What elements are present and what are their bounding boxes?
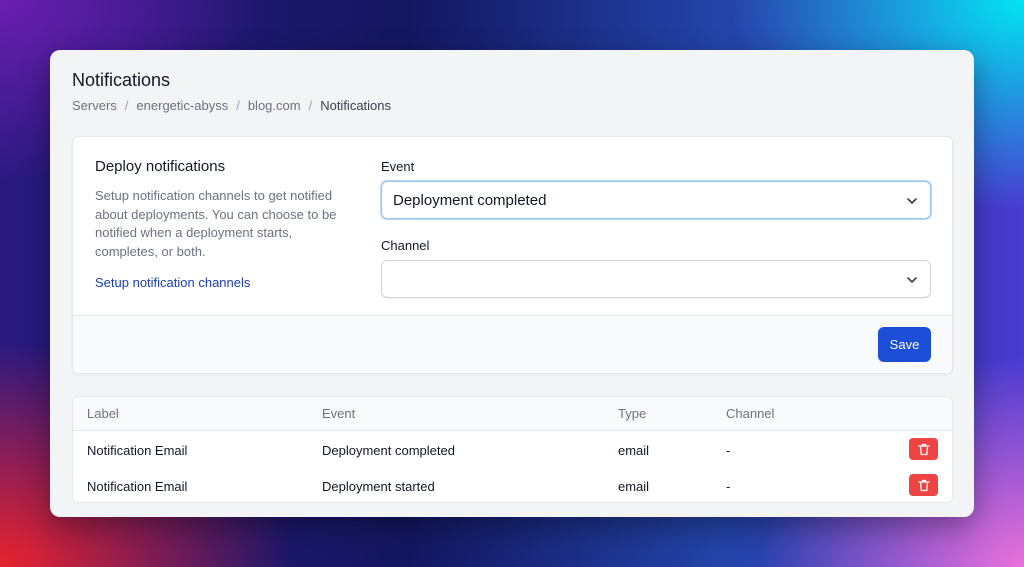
event-select-value: Deployment completed [393, 191, 547, 209]
cell-channel: - [726, 443, 731, 458]
breadcrumb: Servers / energetic-abyss / blog.com / N… [72, 98, 391, 113]
breadcrumb-servers[interactable]: Servers [72, 98, 117, 113]
channel-select[interactable] [381, 260, 931, 298]
breadcrumb-site[interactable]: blog.com [248, 98, 301, 113]
cell-event: Deployment completed [322, 443, 455, 458]
column-header-channel: Channel [726, 406, 775, 421]
save-button[interactable]: Save [878, 327, 931, 362]
breadcrumb-separator: / [124, 98, 129, 113]
trash-icon [917, 443, 930, 455]
event-select[interactable]: Deployment completed [381, 181, 931, 219]
notifications-window: Notifications Servers / energetic-abyss … [50, 50, 974, 517]
card-title: Deploy notifications [95, 158, 226, 175]
cell-type: email [618, 479, 650, 494]
channel-label: Channel [381, 238, 430, 253]
cell-label: Notification Email [87, 479, 188, 494]
table-row: Notification Email Deployment started em… [73, 468, 952, 502]
cell-channel: - [726, 479, 731, 494]
delete-button[interactable] [909, 438, 938, 460]
breadcrumb-separator: / [308, 98, 313, 113]
breadcrumb-current: Notifications [320, 98, 392, 113]
table-header: Label Event Type Channel [73, 397, 952, 431]
event-label: Event [381, 159, 415, 174]
card-description-line: notified when a deployment starts, [95, 225, 293, 240]
chevron-down-icon [907, 198, 917, 204]
delete-button[interactable] [909, 474, 938, 496]
cell-event: Deployment started [322, 479, 435, 494]
deploy-notifications-card: Deploy notifications Setup notification … [72, 136, 953, 374]
table-row: Notification Email Deployment completed … [73, 432, 952, 468]
column-header-label: Label [87, 406, 119, 421]
notifications-table: Label Event Type Channel Notification Em… [72, 396, 953, 503]
breadcrumb-server[interactable]: energetic-abyss [136, 98, 228, 113]
column-header-event: Event [322, 406, 356, 421]
breadcrumb-separator: / [236, 98, 240, 113]
cell-type: email [618, 443, 650, 458]
card-footer: Save [73, 315, 952, 373]
card-description-line: completes, or both. [95, 243, 206, 259]
chevron-down-icon [907, 277, 917, 283]
trash-icon [917, 479, 930, 491]
card-description: Setup notification channels to get notif… [95, 187, 355, 261]
cell-label: Notification Email [87, 443, 188, 458]
deploy-notifications-info: Deploy notifications Setup notification … [95, 158, 355, 292]
card-description-line: Setup notification channels to get notif… [95, 188, 333, 203]
column-header-type: Type [618, 406, 647, 421]
page-title: Notifications [72, 70, 171, 90]
setup-channels-link[interactable]: Setup notification channels [95, 275, 250, 290]
card-description-line: about deployments. You can choose to be [95, 206, 337, 222]
